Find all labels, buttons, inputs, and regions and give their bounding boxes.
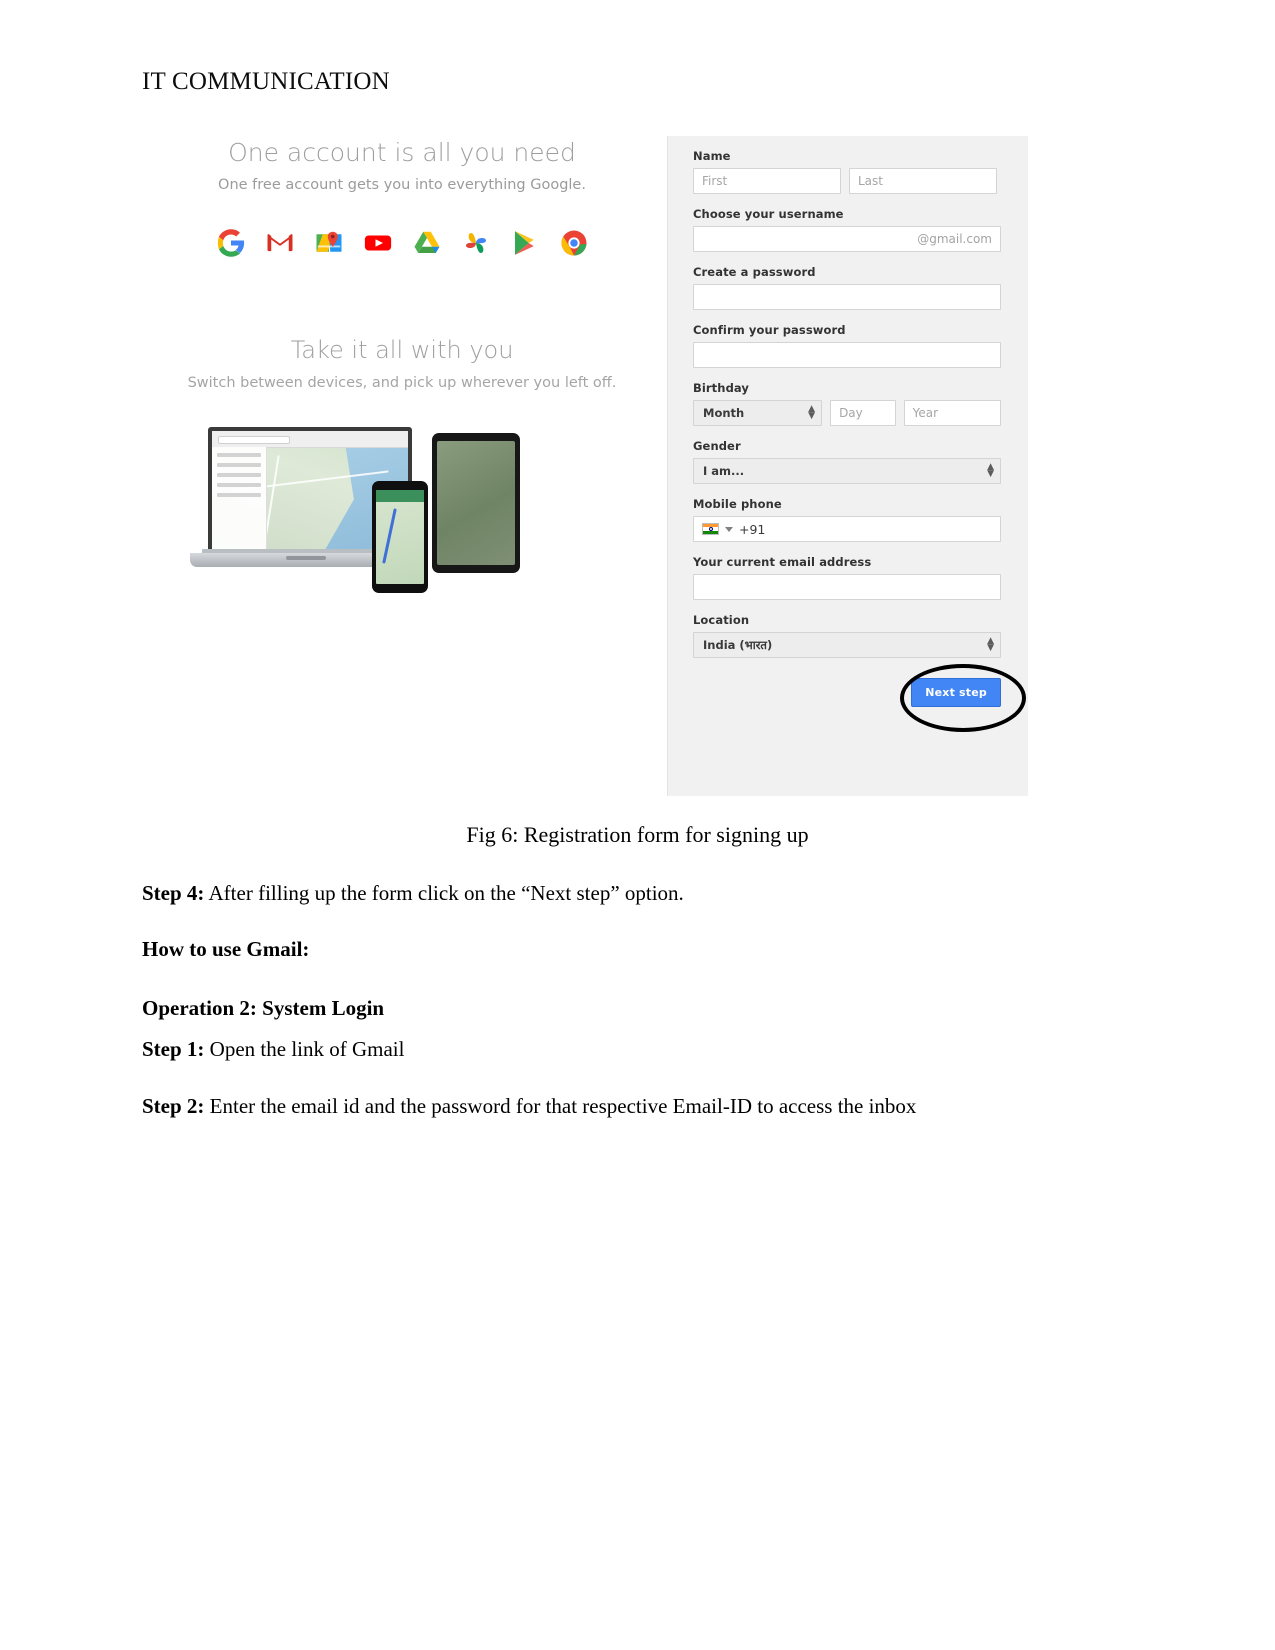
first-name-placeholder: First [702,174,728,188]
paragraph-label: Step 1: [142,1037,205,1061]
paragraph-label: Operation 2: System Login [142,996,385,1020]
figure-caption: Fig 6: Registration form for signing up [466,822,809,847]
birth-year-input[interactable]: Year [903,400,1002,426]
next-step-button[interactable]: Next step [911,678,1001,707]
name-label: Name [693,149,731,163]
youtube-icon [363,228,393,258]
username-input[interactable]: @gmail.com [693,226,1001,252]
current-email-label: Your current email address [693,555,872,569]
chevron-down-icon[interactable] [725,526,733,532]
chevron-updown-icon: ▲ ▼ [987,636,994,653]
password-input[interactable] [693,284,1001,310]
chevron-updown-icon: ▲ ▼ [808,404,816,421]
last-name-input[interactable]: Last [849,168,997,194]
confirm-password-label: Confirm your password [693,323,846,337]
gender-select[interactable]: I am... ▲ ▼ [693,458,1001,484]
mobile-phone-input[interactable]: +91 [693,516,1001,542]
address-bar [218,436,290,444]
location-label: Location [693,613,750,627]
birthday-label: Birthday [693,381,749,395]
location-value: India (भारत) [703,637,773,652]
google-icon [216,228,246,258]
paragraph-label: Step 2: [142,1094,205,1118]
paragraph-step-4: Step 4: After filling up the form click … [142,880,1092,906]
paragraph-how-to-use-gmail: How to use Gmail: [142,936,1092,962]
chrome-icon [559,228,589,258]
paragraph-label: Step 4: [142,881,205,905]
country-code-value: +91 [739,521,766,537]
gmail-icon [265,228,295,258]
first-name-input[interactable]: First [693,168,841,194]
paragraph-step-1: Step 1: Open the link of Gmail [142,1036,1092,1062]
promo-subtitle-one-account: One free account gets you into everythin… [218,177,586,193]
username-domain-suffix: @gmail.com [917,232,992,246]
paragraph-text: After filling up the form click on the “… [204,881,684,905]
next-step-area: Next step [693,664,1026,732]
signup-form-panel: Name First Last Choose your username @gm… [667,136,1028,796]
india-flag-icon [702,523,719,535]
photos-icon [461,228,491,258]
birth-month-value: Month [703,406,745,420]
chevron-updown-icon: ▲ ▼ [987,462,994,479]
play-icon [510,228,540,258]
page-title: IT COMMUNICATION [142,68,390,95]
birthday-row: Month ▲ ▼ Day Year [693,400,1002,426]
gender-value: I am... [703,464,745,478]
confirm-password-input[interactable] [693,342,1001,368]
google-product-icon-row [142,228,662,258]
tablet-screen [437,441,515,565]
phone-screen [376,490,424,584]
paragraph-step-2: Step 2: Enter the email id and the passw… [142,1093,1092,1119]
paragraph-text: Open the link of Gmail [204,1037,405,1061]
laptop-browser-chrome [212,431,408,448]
paragraph-label: How to use Gmail: [142,937,310,961]
mobile-phone-label: Mobile phone [693,497,782,511]
figure-registration-form: One account is all you need One free acc… [142,128,1032,798]
paragraph-text: Enter the email id and the password for … [204,1094,917,1118]
current-email-input[interactable] [693,574,1001,600]
drive-icon [412,228,442,258]
birth-year-placeholder: Year [912,406,939,420]
promo-heading-take-it-with-you: Take it all with you [290,336,514,364]
document-page: IT COMMUNICATION One account is all you … [0,0,1275,1650]
maps-icon [314,228,344,258]
gender-label: Gender [693,439,741,453]
birth-month-select[interactable]: Month ▲ ▼ [693,400,823,426]
phone-device [372,481,428,593]
location-select[interactable]: India (भारत) ▲ ▼ [693,632,1001,658]
birth-day-input[interactable]: Day [830,400,896,426]
paragraph-operation-2: Operation 2: System Login [142,995,1092,1021]
promo-heading-one-account: One account is all you need [228,138,576,167]
name-row: First Last [693,168,1001,194]
last-name-placeholder: Last [858,174,883,188]
devices-illustration [190,423,610,613]
username-label: Choose your username [693,207,844,221]
promo-subtitle-take-it-with-you: Switch between devices, and pick up wher… [187,375,617,391]
tablet-device [432,433,520,573]
birth-day-placeholder: Day [839,406,863,420]
phone-map-route [382,508,397,564]
maps-side-panel [212,447,267,553]
phone-nav-bar [376,490,424,502]
google-promo-panel: One account is all you need One free acc… [142,128,662,793]
password-label: Create a password [693,265,816,279]
